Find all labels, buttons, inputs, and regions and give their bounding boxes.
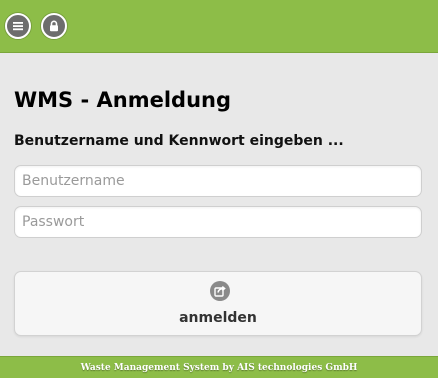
password-input[interactable] [14,206,422,238]
menu-button[interactable] [5,13,31,39]
login-share-icon [210,281,230,301]
page-title: WMS - Anmeldung [14,88,232,112]
login-screen: WMS - Anmeldung Benutzername und Kennwor… [0,0,438,378]
login-button[interactable]: anmelden [14,271,422,336]
lock-button[interactable] [41,13,67,39]
footer-bar: Waste Management System by AIS technolog… [0,356,438,378]
hamburger-menu-icon [13,22,23,31]
login-button-label: anmelden [179,310,257,326]
username-input[interactable] [14,165,422,197]
page-subtitle: Benutzername und Kennwort eingeben ... [14,133,344,149]
header-bar [0,0,438,53]
footer-text: Waste Management System by AIS technolog… [80,363,358,373]
lock-icon [50,20,58,32]
